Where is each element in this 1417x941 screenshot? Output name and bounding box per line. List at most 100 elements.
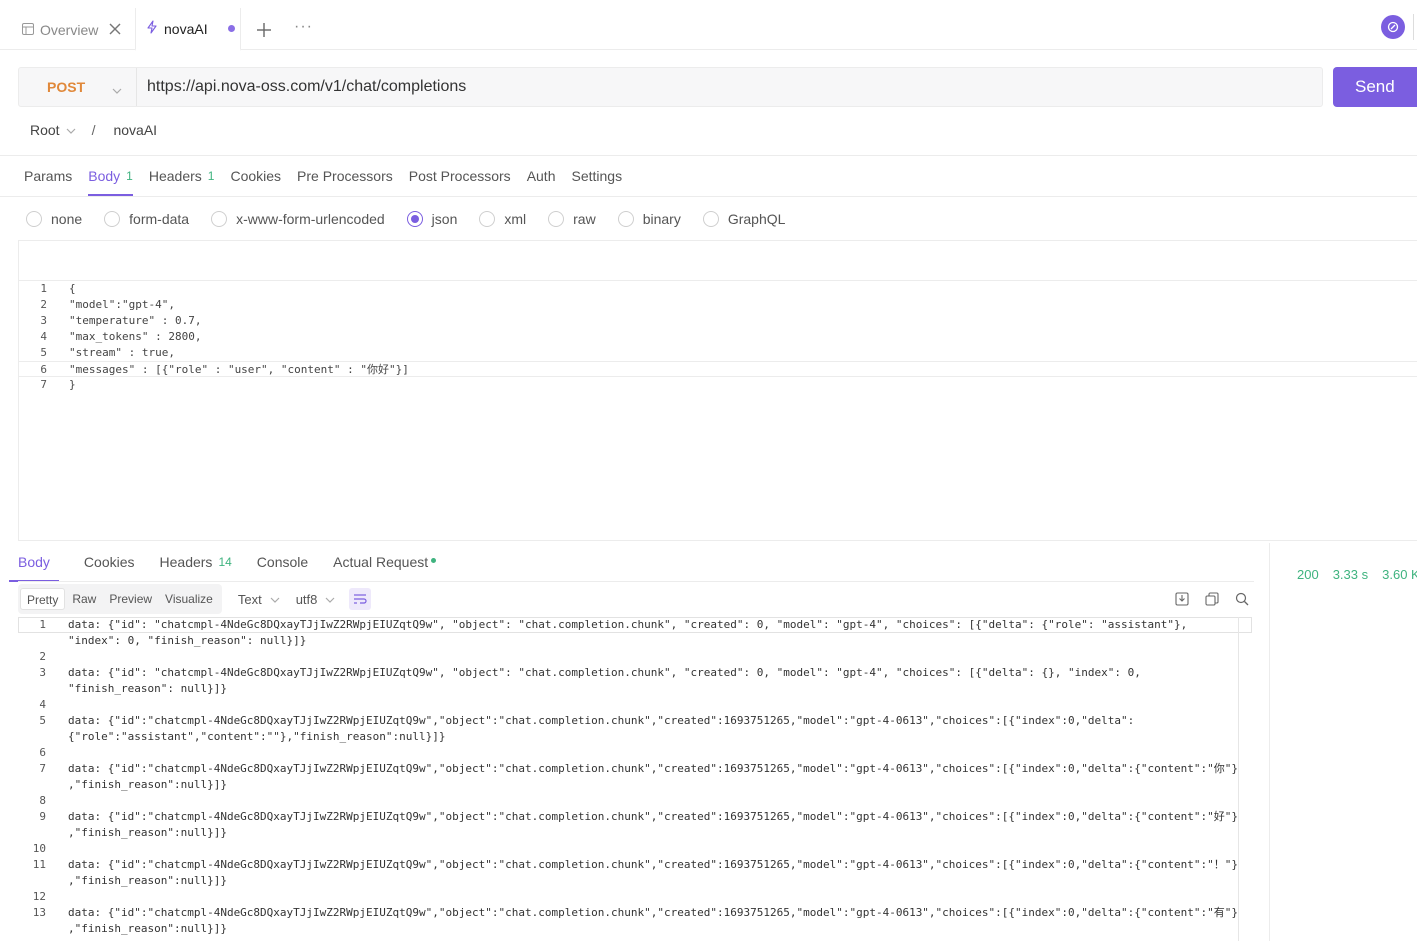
chevron-down-icon[interactable]: [66, 122, 76, 138]
radio-label: form-data: [129, 211, 190, 227]
code-line: 4 "max_tokens" : 2800,: [40, 330, 202, 343]
tab-overview[interactable]: Overview: [22, 10, 98, 50]
save-icon[interactable]: [1174, 591, 1190, 607]
radio-circle[interactable]: [104, 211, 121, 227]
line-text: data: {"id": "chatcmpl-4NdeGc8DQxayTJjIw…: [68, 618, 1188, 631]
response-tab-cookies[interactable]: Cookies: [84, 543, 135, 581]
line-number: 9: [39, 810, 46, 823]
tab-label: Cookies: [230, 168, 282, 184]
response-line: 2: [18, 649, 1238, 665]
breadcrumb-name[interactable]: novaAI: [113, 122, 157, 138]
unsaved-indicator: [227, 25, 235, 32]
search-icon[interactable]: [1234, 591, 1250, 607]
line-text: data: {"id":"chatcmpl-4NdeGc8DQxayTJjIwZ…: [68, 714, 1135, 727]
tab-label: Auth: [526, 168, 556, 184]
method-select[interactable]: POST: [19, 68, 137, 106]
radio-label: xml: [504, 211, 527, 227]
tab-post-processors[interactable]: Post Processors: [409, 156, 511, 196]
sync-icon[interactable]: [1381, 15, 1405, 39]
radio-urlencoded[interactable]: x-www-form-urlencoded: [211, 211, 385, 227]
radio-label: json: [431, 211, 458, 227]
radio-json[interactable]: json: [406, 211, 458, 227]
tab-body[interactable]: Body 1: [88, 156, 133, 196]
response-line: 8: [18, 793, 1238, 809]
tab-novaai-label: novaAI: [164, 20, 208, 37]
body-type-radios: none form-data x-www-form-urlencoded jso…: [26, 207, 807, 231]
response-line: 13 data: {"id":"chatcmpl-4NdeGc8DQxayTJjI…: [18, 905, 1238, 937]
view-mode-raw[interactable]: Raw: [66, 588, 102, 610]
radio-label: binary: [642, 211, 681, 227]
code-line-current: 6 "messages" : [{"role" : "user", "conten…: [19, 361, 1417, 377]
close-icon[interactable]: [108, 22, 122, 36]
tab-bar: Overview novaAI ···: [0, 0, 1417, 51]
line-number: 2: [39, 650, 46, 663]
code-text: "temperature" : 0.7,: [69, 314, 202, 327]
tab-label: Console: [256, 554, 309, 570]
tab-params[interactable]: Params: [24, 156, 72, 196]
copy-icon[interactable]: [1204, 591, 1220, 607]
url-input[interactable]: [147, 68, 1307, 106]
radio-circle[interactable]: [702, 211, 719, 227]
response-line: 5 data: {"id":"chatcmpl-4NdeGc8DQxayTJjIw…: [18, 713, 1238, 745]
view-mode-preview[interactable]: Preview: [103, 588, 158, 610]
method-label: POST: [47, 79, 86, 95]
breadcrumb-root[interactable]: Root: [30, 122, 60, 138]
tab-pre-processors[interactable]: Pre Processors: [297, 156, 393, 196]
response-line: 12: [18, 889, 1238, 905]
response-line: 4: [18, 697, 1238, 713]
tab-badge: 1: [207, 169, 215, 183]
radio-circle[interactable]: [479, 211, 496, 227]
response-body-viewer[interactable]: 1 data: {"id": "chatcmpl-4NdeGc8DQxayTJjI…: [18, 617, 1238, 941]
radio-graphql[interactable]: GraphQL: [702, 211, 785, 227]
tab-settings[interactable]: Settings: [572, 156, 623, 196]
tab-cookies[interactable]: Cookies: [230, 156, 281, 196]
radio-none[interactable]: none: [26, 211, 82, 227]
format-select[interactable]: Text: [238, 592, 280, 607]
encoding-select[interactable]: utf8: [296, 592, 336, 607]
tab-badge: 1: [126, 169, 133, 183]
code-text: }: [69, 378, 76, 391]
more-icon[interactable]: ···: [294, 18, 313, 36]
line-text-wrapped: ,"finish_reason":null}]}: [68, 826, 227, 839]
radio-circle[interactable]: [617, 211, 634, 227]
wrap-lines-icon[interactable]: [349, 588, 372, 610]
layout-icon: [22, 22, 34, 38]
tab-label: Body: [18, 554, 50, 570]
radio-circle[interactable]: [211, 211, 228, 227]
response-tab-console[interactable]: Console: [257, 543, 308, 581]
tab-novaai[interactable]: novaAI: [135, 8, 241, 51]
line-text-wrapped: ,"finish_reason":null}]}: [68, 874, 227, 887]
radio-xml[interactable]: xml: [479, 211, 526, 227]
tab-label: Headers: [159, 554, 213, 570]
tab-auth[interactable]: Auth: [527, 156, 556, 196]
format-label: Text: [237, 591, 262, 607]
radio-circle[interactable]: [548, 211, 565, 227]
scrollbar[interactable]: [1238, 617, 1239, 941]
chevron-down-icon: [325, 592, 335, 607]
view-mode-visualize[interactable]: Visualize: [159, 588, 219, 610]
plus-icon[interactable]: [254, 20, 274, 40]
tab-label: Post Processors: [408, 168, 511, 184]
radio-form-data[interactable]: form-data: [104, 211, 189, 227]
encoding-label: utf8: [295, 591, 318, 607]
response-line: 6: [18, 745, 1238, 761]
response-tab-headers[interactable]: Headers 14: [160, 543, 232, 581]
request-body-editor[interactable]: 1{ 2 "model":"gpt-4", 3 "temperature" : 0.…: [18, 281, 1417, 540]
divider: [1269, 543, 1270, 941]
line-number: 3: [39, 666, 46, 679]
tab-label: Params: [24, 168, 73, 184]
radio-raw[interactable]: raw: [548, 211, 596, 227]
line-text-wrapped: ,"finish_reason":null}]}: [68, 778, 227, 791]
radio-circle-selected[interactable]: [406, 211, 423, 227]
radio-label: x-www-form-urlencoded: [236, 211, 385, 227]
radio-circle[interactable]: [26, 211, 42, 227]
send-button[interactable]: Send: [1333, 67, 1417, 107]
response-tab-actual-request[interactable]: Actual Request: [333, 543, 437, 581]
line-number: 13: [32, 906, 46, 919]
chevron-down-icon: [112, 82, 122, 98]
radio-binary[interactable]: binary: [617, 211, 681, 227]
view-mode-pretty[interactable]: Pretty: [20, 588, 66, 610]
tab-headers[interactable]: Headers 1: [149, 156, 215, 196]
line-number: 1: [39, 618, 46, 631]
response-tab-body[interactable]: Body: [9, 543, 59, 582]
